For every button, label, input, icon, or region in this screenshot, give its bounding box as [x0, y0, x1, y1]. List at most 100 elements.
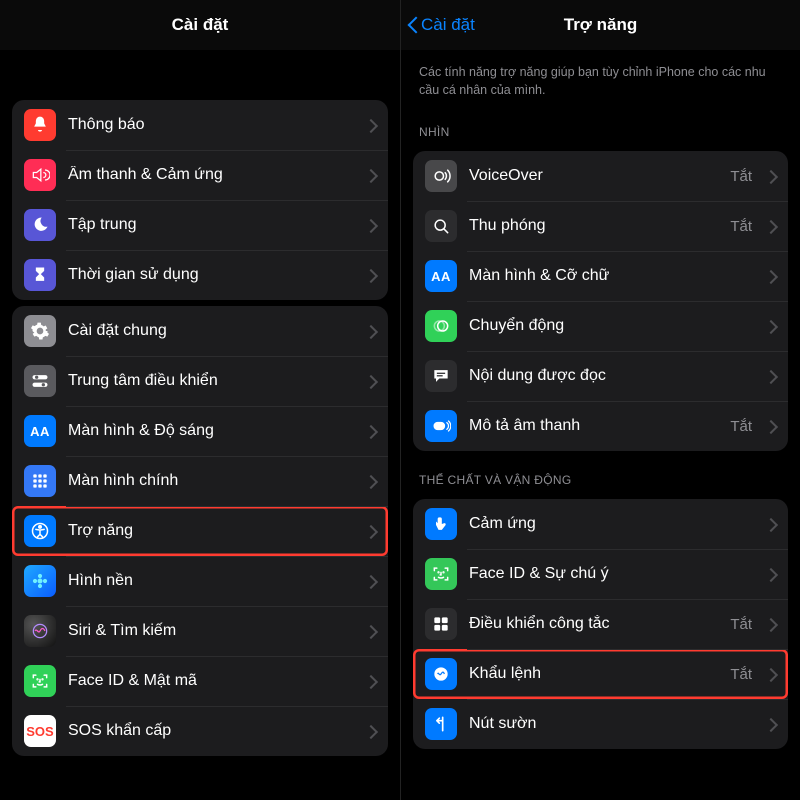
accessibility-panel: Cài đặt Trợ năng Các tính năng trợ năng …: [400, 0, 800, 800]
side-button-icon: [425, 708, 457, 740]
chevron-right-icon: [368, 424, 376, 438]
settings-group-1: Thông báo Âm thanh & Cảm ứng Tập trung: [12, 100, 388, 300]
row-label: Cảm ứng: [469, 515, 752, 533]
header: Cài đặt Trợ năng: [401, 0, 800, 50]
back-button[interactable]: Cài đặt: [407, 0, 475, 50]
row-label: Chuyển động: [469, 317, 752, 335]
speaker-icon: [24, 159, 56, 191]
row-label: Nội dung được đọc: [469, 367, 752, 385]
row-label: Thời gian sử dụng: [68, 266, 352, 284]
row-control-center[interactable]: Trung tâm điều khiển: [12, 356, 388, 406]
flower-icon: [24, 565, 56, 597]
voiceover-icon: [425, 160, 457, 192]
section-vision: NHÌN: [401, 109, 800, 145]
faceid-icon: [425, 558, 457, 590]
chevron-right-icon: [768, 517, 776, 531]
sliders-icon: [24, 365, 56, 397]
row-home-screen[interactable]: Màn hình chính: [12, 456, 388, 506]
chevron-right-icon: [368, 524, 376, 538]
row-voice-control[interactable]: Khẩu lệnh Tắt: [413, 649, 788, 699]
row-sound[interactable]: Âm thanh & Cảm ứng: [12, 150, 388, 200]
row-label: Màn hình chính: [68, 472, 352, 490]
gear-icon: [24, 315, 56, 347]
row-label: Màn hình & Độ sáng: [68, 422, 352, 440]
text-size-icon: AA: [425, 260, 457, 292]
row-face-attention[interactable]: Face ID & Sự chú ý: [413, 549, 788, 599]
bell-icon: [24, 109, 56, 141]
row-side-button[interactable]: Nút sườn: [413, 699, 788, 749]
status-off: Tắt: [730, 418, 752, 435]
row-focus[interactable]: Tập trung: [12, 200, 388, 250]
chevron-right-icon: [368, 168, 376, 182]
chevron-right-icon: [368, 374, 376, 388]
settings-scroll[interactable]: Thông báo Âm thanh & Cảm ứng Tập trung: [0, 50, 400, 800]
chevron-right-icon: [368, 324, 376, 338]
row-label: Siri & Tìm kiếm: [68, 622, 352, 640]
vision-group: VoiceOver Tắt Thu phóng Tắt AA Màn hình …: [413, 151, 788, 451]
status-off: Tắt: [730, 168, 752, 185]
grid-icon: [24, 465, 56, 497]
moon-icon: [24, 209, 56, 241]
chevron-right-icon: [768, 169, 776, 183]
row-motion[interactable]: Chuyển động: [413, 301, 788, 351]
row-zoom[interactable]: Thu phóng Tắt: [413, 201, 788, 251]
row-voiceover[interactable]: VoiceOver Tắt: [413, 151, 788, 201]
faceid-icon: [24, 665, 56, 697]
section-physical: THỂ CHẤT VÀ VẬN ĐỘNG: [401, 457, 800, 493]
row-display[interactable]: AA Màn hình & Độ sáng: [12, 406, 388, 456]
chevron-right-icon: [768, 369, 776, 383]
row-label: Nút sườn: [469, 715, 752, 733]
hourglass-icon: [24, 259, 56, 291]
touch-icon: [425, 508, 457, 540]
header: Cài đặt: [0, 0, 400, 50]
chevron-right-icon: [368, 118, 376, 132]
page-title: Trợ năng: [564, 15, 637, 35]
row-label: Hình nền: [68, 572, 352, 590]
row-label: VoiceOver: [469, 167, 718, 185]
row-sos[interactable]: SOS SOS khẩn cấp: [12, 706, 388, 756]
text-size-icon: AA: [24, 415, 56, 447]
status-off: Tắt: [730, 616, 752, 633]
zoom-icon: [425, 210, 457, 242]
chevron-right-icon: [368, 474, 376, 488]
row-touch[interactable]: Cảm ứng: [413, 499, 788, 549]
row-label: Thu phóng: [469, 217, 718, 235]
sos-icon: SOS: [24, 715, 56, 747]
row-label: Face ID & Mật mã: [68, 672, 352, 690]
row-wallpaper[interactable]: Hình nền: [12, 556, 388, 606]
chevron-right-icon: [768, 717, 776, 731]
row-label: Mô tả âm thanh: [469, 417, 718, 435]
page-title: Cài đặt: [172, 15, 229, 35]
row-label: Màn hình & Cỡ chữ: [469, 267, 752, 285]
accessibility-icon: [24, 515, 56, 547]
back-label: Cài đặt: [421, 15, 475, 35]
row-label: Tập trung: [68, 216, 352, 234]
row-label: SOS khẩn cấp: [68, 722, 352, 740]
row-audio-descriptions[interactable]: Mô tả âm thanh Tắt: [413, 401, 788, 451]
row-label: Face ID & Sự chú ý: [469, 565, 752, 583]
chevron-right-icon: [768, 567, 776, 581]
row-label: Trợ năng: [68, 522, 352, 540]
chevron-right-icon: [368, 268, 376, 282]
motion-icon: [425, 310, 457, 342]
speech-bubble-icon: [425, 360, 457, 392]
row-spoken-content[interactable]: Nội dung được đọc: [413, 351, 788, 401]
audio-desc-icon: [425, 410, 457, 442]
row-screentime[interactable]: Thời gian sử dụng: [12, 250, 388, 300]
accessibility-scroll[interactable]: Các tính năng trợ năng giúp bạn tùy chỉn…: [401, 50, 800, 800]
physical-group: Cảm ứng Face ID & Sự chú ý Điều khiển cô…: [413, 499, 788, 749]
chevron-right-icon: [368, 724, 376, 738]
chevron-right-icon: [768, 319, 776, 333]
row-label: Điều khiển công tắc: [469, 615, 718, 633]
row-switch-control[interactable]: Điều khiển công tắc Tắt: [413, 599, 788, 649]
page-description: Các tính năng trợ năng giúp bạn tùy chỉn…: [401, 50, 800, 109]
row-notifications[interactable]: Thông báo: [12, 100, 388, 150]
settings-group-2: Cài đặt chung Trung tâm điều khiển AA Mà…: [12, 306, 388, 756]
row-text-size[interactable]: AA Màn hình & Cỡ chữ: [413, 251, 788, 301]
row-general[interactable]: Cài đặt chung: [12, 306, 388, 356]
row-accessibility[interactable]: Trợ năng: [12, 506, 388, 556]
row-siri[interactable]: Siri & Tìm kiếm: [12, 606, 388, 656]
chevron-right-icon: [768, 617, 776, 631]
row-faceid[interactable]: Face ID & Mật mã: [12, 656, 388, 706]
chevron-right-icon: [768, 419, 776, 433]
